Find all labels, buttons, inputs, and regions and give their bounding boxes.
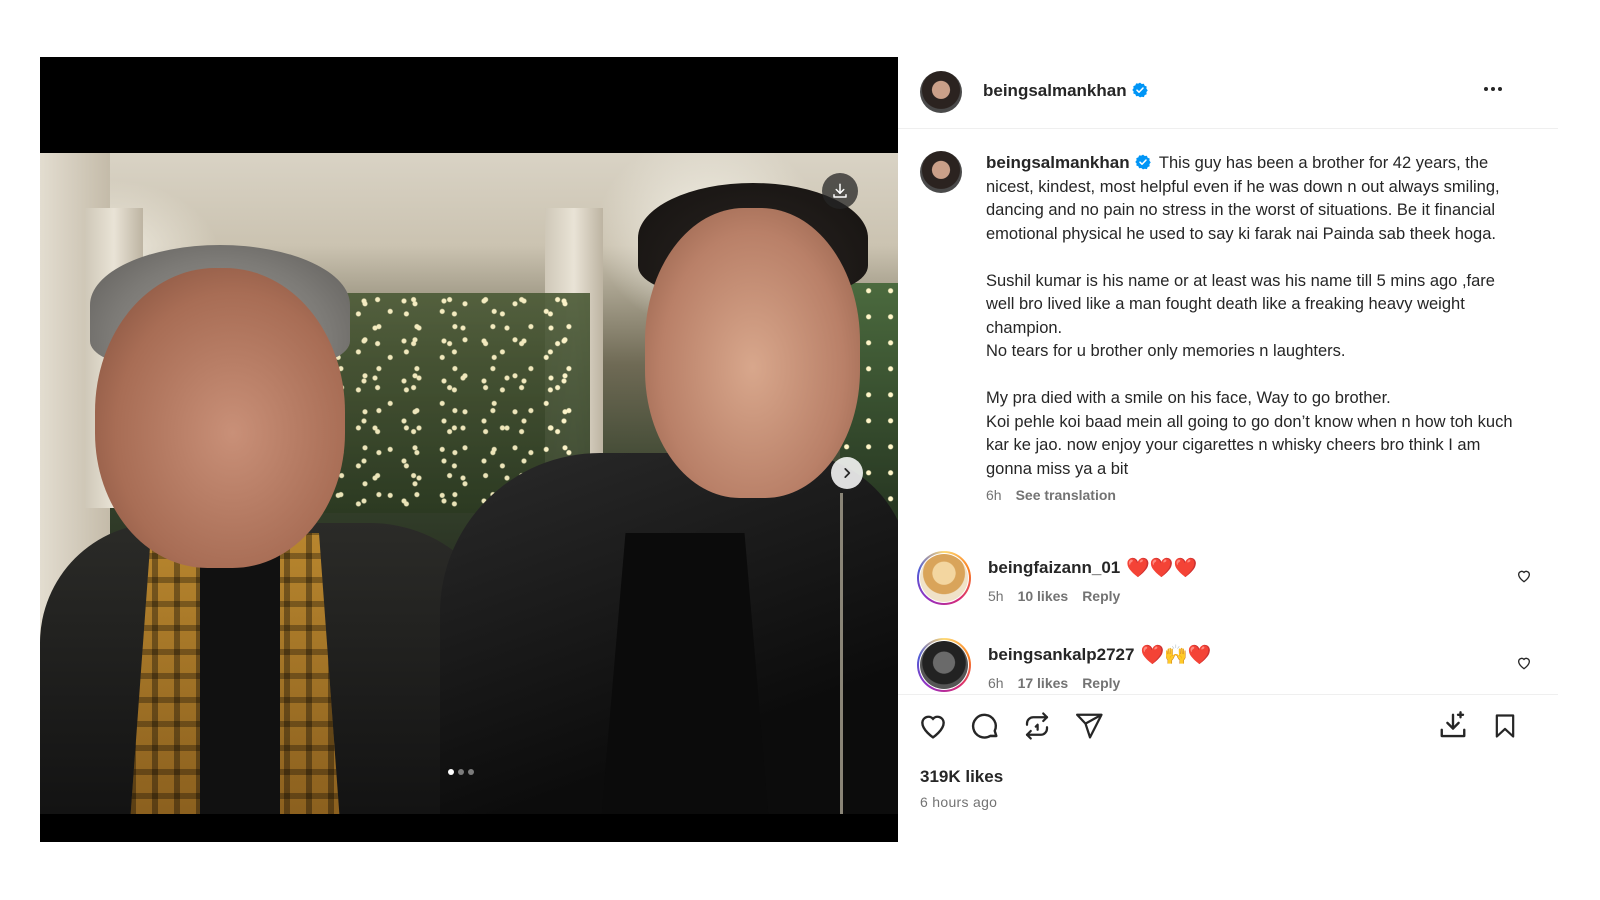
likes-count[interactable]: 319K likes: [920, 767, 1003, 787]
verified-badge-icon: [1134, 154, 1151, 170]
send-icon: [1076, 713, 1103, 739]
caption-line: Sushil kumar is his name or at least was…: [986, 271, 1495, 337]
comment-text: ❤️❤️❤️: [1126, 556, 1198, 579]
heart-icon: [921, 715, 945, 739]
comment-item: beingfaizann_01 ❤️❤️❤️ 5h 10 likes Reply: [917, 551, 1550, 614]
bookmark-icon: [1495, 714, 1515, 738]
post-details-panel: beingsalmankhan beingsalmankhan This guy…: [898, 57, 1558, 842]
comment-text: ❤️🙌❤️: [1140, 643, 1212, 666]
carousel-next-button[interactable]: [831, 457, 863, 489]
post-photo: [40, 153, 898, 814]
post-time: 6 hours ago: [920, 794, 998, 810]
share-button[interactable]: [1072, 709, 1106, 743]
verified-badge-icon: [1131, 82, 1148, 98]
download-button[interactable]: [822, 173, 858, 209]
carousel-dot: [468, 769, 474, 775]
chevron-right-icon: [844, 468, 851, 478]
carousel-dot: [458, 769, 464, 775]
comment-item: beingsankalp2727 ❤️🙌❤️ 6h 17 likes Reply: [917, 638, 1550, 694]
caption-meta: 6h See translation: [986, 487, 1530, 503]
author-avatar[interactable]: [920, 71, 962, 113]
more-options-icon: [1484, 87, 1488, 91]
heart-icon: [1517, 570, 1531, 583]
save-to-device-icon: [1440, 711, 1466, 738]
comment-button[interactable]: [968, 709, 1002, 743]
comment-icon: [971, 713, 998, 739]
comment-avatar[interactable]: [920, 554, 968, 602]
comment-reply-button[interactable]: Reply: [1082, 588, 1120, 604]
bookmark-button[interactable]: [1488, 709, 1522, 743]
post-media[interactable]: [40, 57, 898, 842]
download-icon: [833, 183, 847, 198]
caption-line: No tears for u brother only memories n l…: [986, 342, 1346, 360]
comment-like-button[interactable]: [1516, 655, 1532, 676]
comment-time: 5h: [988, 588, 1004, 604]
comment-like-button[interactable]: [1516, 568, 1532, 589]
see-translation-link[interactable]: See translation: [1016, 487, 1116, 503]
caption-time: 6h: [986, 487, 1002, 503]
like-button[interactable]: [916, 709, 950, 743]
carousel-indicator: [448, 769, 474, 775]
repost-button[interactable]: [1020, 709, 1054, 743]
comment-time: 6h: [988, 675, 1004, 691]
caption-line: My pra died with a smile on his face, Wa…: [986, 389, 1391, 407]
save-to-device-button[interactable]: [1436, 709, 1470, 743]
caption-author-username[interactable]: beingsalmankhan: [986, 153, 1151, 172]
repost-icon: [1025, 712, 1049, 740]
author-username[interactable]: beingsalmankhan: [983, 81, 1148, 101]
post-actions: 319K likes 6 hours ago: [898, 694, 1558, 842]
comment-likes[interactable]: 10 likes: [1018, 588, 1069, 604]
more-options-button[interactable]: [1478, 79, 1508, 99]
comments-scroll-area[interactable]: beingsalmankhan This guy has been a brot…: [898, 129, 1558, 694]
caption-author-avatar[interactable]: [920, 151, 962, 193]
post-header: beingsalmankhan: [898, 57, 1558, 129]
comment-avatar[interactable]: [920, 641, 968, 689]
carousel-dot: [448, 769, 454, 775]
comment-username[interactable]: beingsankalp2727: [988, 645, 1134, 665]
comment-reply-button[interactable]: Reply: [1082, 675, 1120, 691]
post-caption: beingsalmankhan This guy has been a brot…: [920, 151, 1530, 503]
comment-likes[interactable]: 17 likes: [1018, 675, 1069, 691]
heart-icon: [1517, 657, 1531, 670]
caption-text: beingsalmankhan This guy has been a brot…: [986, 151, 1516, 481]
comment-username[interactable]: beingfaizann_01: [988, 558, 1120, 578]
caption-line: Koi pehle koi baad mein all going to go …: [986, 412, 1513, 478]
